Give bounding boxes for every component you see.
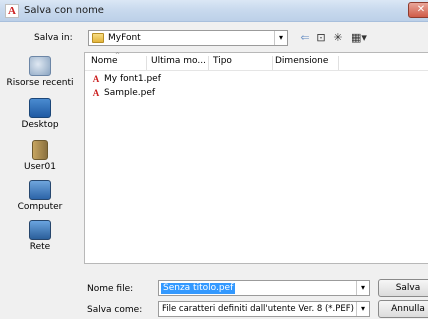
computer-icon — [29, 180, 51, 200]
filetype-label: Salva come: — [87, 305, 143, 315]
save-button[interactable]: Salva — [378, 279, 428, 297]
file-row[interactable]: A My font1.pef — [91, 74, 161, 87]
network-icon — [29, 220, 51, 240]
save-in-label: Salva in: — [34, 33, 73, 43]
column-size[interactable]: Dimensione — [275, 56, 339, 70]
chevron-down-icon[interactable]: ▾ — [274, 31, 287, 45]
file-list[interactable]: ^ Nome Ultima mo... Tipo Dimensione A My … — [84, 52, 428, 264]
place-label: Computer — [17, 202, 63, 212]
app-icon: A — [5, 4, 19, 18]
desktop-icon — [29, 98, 51, 118]
column-name-label: Nome — [91, 56, 118, 66]
back-icon[interactable]: ⇐ — [298, 30, 312, 46]
save-in-combo[interactable]: MyFont ▾ — [88, 30, 288, 46]
current-folder: MyFont — [108, 33, 141, 43]
place-label: User01 — [24, 162, 56, 172]
place-desktop[interactable]: Desktop — [0, 98, 80, 130]
filetype-value: File caratteri definiti dall'utente Ver.… — [162, 304, 354, 314]
cancel-button[interactable]: Annulla — [378, 300, 428, 318]
column-header: ^ Nome Ultima mo... Tipo Dimensione — [85, 52, 428, 71]
column-date[interactable]: Ultima mo... — [151, 56, 209, 70]
place-network[interactable]: Rete — [0, 220, 80, 252]
chevron-down-icon[interactable]: ▾ — [356, 281, 369, 295]
user-folder-icon — [32, 140, 48, 160]
title-bar: A Salva con nome ✕ — [0, 0, 428, 22]
place-user[interactable]: User01 — [0, 140, 80, 172]
file-name: Sample.pef — [104, 88, 156, 98]
folder-icon — [92, 33, 104, 43]
up-folder-icon[interactable]: ⊡ — [314, 30, 328, 46]
recent-places-icon — [29, 56, 51, 76]
filetype-select[interactable]: File caratteri definiti dall'utente Ver.… — [158, 301, 370, 317]
column-type[interactable]: Tipo — [213, 56, 273, 70]
pef-file-icon: A — [91, 88, 101, 98]
new-folder-icon[interactable]: ✳ — [330, 30, 346, 46]
file-name: My font1.pef — [104, 74, 161, 84]
column-name[interactable]: ^ Nome — [91, 52, 147, 70]
close-button[interactable]: ✕ — [408, 2, 428, 18]
pef-file-icon: A — [91, 74, 101, 84]
place-recent[interactable]: Risorse recenti — [0, 56, 80, 88]
file-row[interactable]: A Sample.pef — [91, 88, 155, 101]
place-label: Desktop — [21, 120, 59, 130]
filename-input[interactable]: Senza titolo.pef ▾ — [158, 280, 370, 296]
view-menu-icon[interactable]: ▦▾ — [348, 30, 370, 46]
chevron-down-icon[interactable]: ▾ — [356, 302, 369, 316]
place-computer[interactable]: Computer — [0, 180, 80, 212]
sort-indicator-icon: ^ — [115, 52, 121, 59]
filename-value: Senza titolo.pef — [161, 283, 236, 294]
place-label: Risorse recenti — [6, 78, 74, 88]
place-label: Rete — [29, 242, 51, 252]
window-title: Salva con nome — [24, 5, 104, 16]
places-bar: Risorse recenti Desktop User01 Computer … — [0, 52, 80, 264]
filename-label: Nome file: — [87, 284, 134, 294]
